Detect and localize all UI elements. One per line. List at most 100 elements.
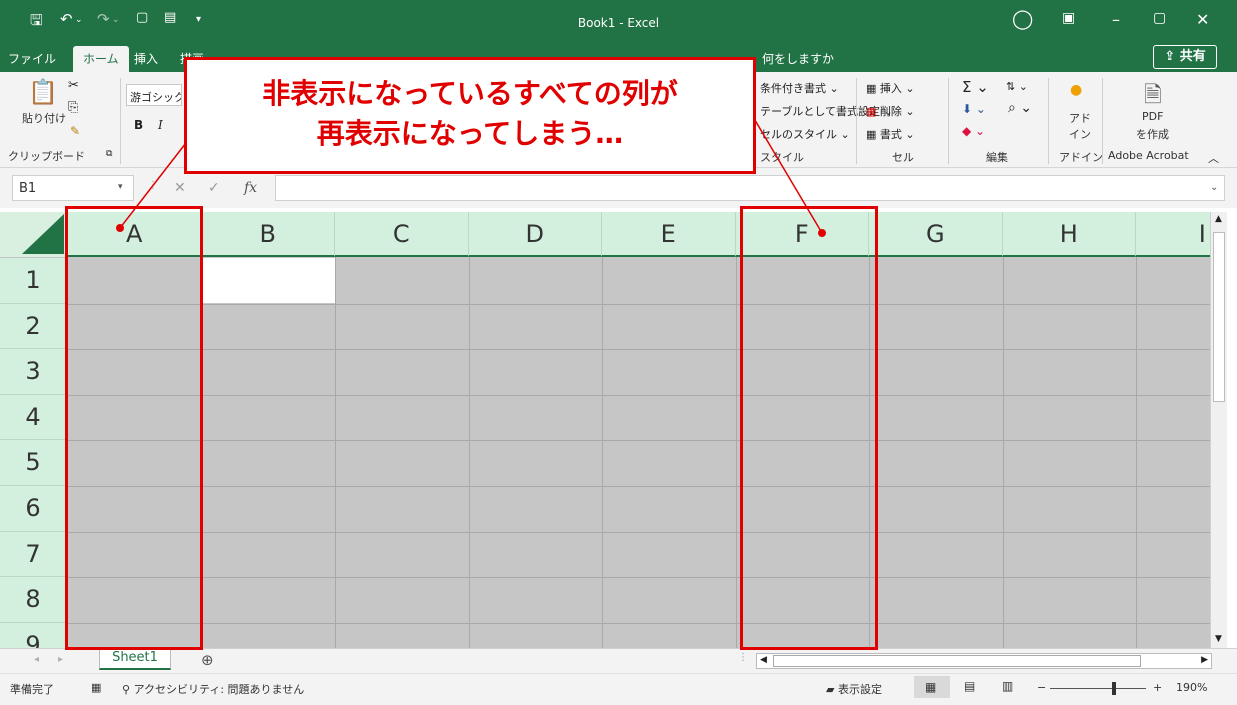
add-sheet-icon[interactable]: ⊕ xyxy=(201,651,214,669)
dialog-launcher-icon[interactable]: ⧉ xyxy=(106,149,112,159)
row-header-4[interactable]: 4 xyxy=(0,394,68,441)
select-all-button[interactable] xyxy=(0,212,68,257)
scroll-left-icon[interactable]: ◀ xyxy=(760,655,767,665)
horizontal-scroll-thumb[interactable] xyxy=(773,655,1141,667)
scroll-up-icon[interactable]: ▲ xyxy=(1215,214,1222,224)
zoom-level[interactable]: 190% xyxy=(1176,681,1207,694)
pdf-label-2[interactable]: を作成 xyxy=(1136,126,1169,142)
sheet-tab-sheet1[interactable]: Sheet1 xyxy=(99,648,171,670)
cells-group-label: セル xyxy=(892,151,914,164)
collapse-ribbon-icon[interactable]: ︿ xyxy=(1208,150,1219,166)
font-name-box[interactable]: 游ゴシック xyxy=(126,84,182,106)
row-header-9[interactable]: 9 xyxy=(0,622,68,648)
annotation-line-1: 非表示になっているすべての列が xyxy=(262,77,678,110)
column-header-d[interactable]: D xyxy=(468,212,602,257)
search-hint[interactable]: 何をしますか xyxy=(762,50,834,67)
expand-formula-icon[interactable]: ⌄ xyxy=(1210,182,1218,193)
zoom-out-icon[interactable]: − xyxy=(1037,681,1046,694)
insert-cells-button[interactable]: ▦ 挿入 ⌄ xyxy=(866,80,915,96)
share-button[interactable]: ⇪ 共有 xyxy=(1153,45,1217,69)
addins-icon[interactable]: ● xyxy=(1070,82,1082,98)
status-ready: 準備完了 xyxy=(10,683,54,696)
styles-group-label: スタイル xyxy=(760,151,804,164)
scroll-down-icon[interactable]: ▼ xyxy=(1215,634,1222,644)
normal-view-icon: ▦ xyxy=(925,680,937,694)
zoom-slider[interactable] xyxy=(1050,688,1146,689)
row-header-7[interactable]: 7 xyxy=(0,531,68,578)
maximize-icon[interactable]: ▢ xyxy=(1153,10,1166,26)
enter-icon[interactable]: ✓ xyxy=(208,180,220,196)
cell-styles-label: セルのスタイル xyxy=(760,128,837,141)
conditional-format-button[interactable]: 条件付き書式 ⌄ xyxy=(760,80,839,96)
vertical-scroll-thumb[interactable] xyxy=(1213,232,1225,402)
row-header-8[interactable]: 8 xyxy=(0,577,68,623)
minimize-icon[interactable]: – xyxy=(1112,10,1120,29)
pdf-label-1[interactable]: PDF xyxy=(1142,110,1163,123)
cell-styles-button[interactable]: セルのスタイル ⌄ xyxy=(760,126,850,142)
delete-cells-button[interactable]: ▦ 削除 ⌄ xyxy=(866,103,915,119)
ribbon-display-icon[interactable]: ▣ xyxy=(1062,10,1075,26)
column-header-i[interactable]: I xyxy=(1136,212,1210,257)
split-handle-icon[interactable]: ⋮ xyxy=(738,652,748,663)
gridline-vertical xyxy=(1002,257,1004,648)
gridline-vertical xyxy=(335,257,336,648)
column-header-e[interactable]: E xyxy=(602,212,736,257)
highlight-column-f xyxy=(740,206,878,650)
find-select-icon[interactable]: ⌕ ⌄ xyxy=(1008,100,1032,116)
annotation-callout: 非表示になっているすべての列が 再表示になってしまう… xyxy=(184,57,756,174)
formula-input[interactable] xyxy=(275,175,1225,201)
page-layout-view-icon[interactable]: ▤ xyxy=(964,679,975,693)
paste-label[interactable]: 貼り付け xyxy=(22,110,66,126)
row-header-6[interactable]: 6 xyxy=(0,486,68,532)
italic-button[interactable]: I xyxy=(158,118,163,132)
accessibility-status[interactable]: ⚲ アクセシビリティ: 問題ありません xyxy=(122,681,304,697)
copy-icon[interactable]: ⎘ xyxy=(68,100,78,115)
addins-label-1[interactable]: アド xyxy=(1069,110,1091,126)
horizontal-scrollbar[interactable]: ◀ ▶ xyxy=(756,653,1212,669)
bold-button[interactable]: B xyxy=(134,118,143,132)
zoom-slider-thumb[interactable] xyxy=(1112,682,1116,695)
paste-icon[interactable]: 📋 xyxy=(28,78,58,106)
column-header-g[interactable]: G xyxy=(869,212,1003,257)
clear-icon[interactable]: ◆ ⌄ xyxy=(962,124,985,138)
zoom-in-icon[interactable]: + xyxy=(1153,681,1162,694)
insert-function-icon[interactable]: fx xyxy=(244,180,257,196)
column-header-c[interactable]: C xyxy=(335,212,469,257)
editing-group-label: 編集 xyxy=(986,151,1008,164)
name-box[interactable]: B1 xyxy=(12,175,134,201)
account-icon[interactable]: ◯ xyxy=(1012,8,1033,30)
active-cell-b1[interactable] xyxy=(202,258,335,303)
tab-insert[interactable]: 挿入 xyxy=(134,50,158,67)
autosum-icon[interactable]: Σ ⌄ xyxy=(962,78,989,96)
format-cells-button[interactable]: ▦ 書式 ⌄ xyxy=(866,126,915,142)
close-icon[interactable]: ✕ xyxy=(1196,10,1209,29)
vertical-scrollbar[interactable]: ▲ ▼ xyxy=(1210,212,1227,648)
name-box-dropdown-icon[interactable]: ▾ xyxy=(118,182,123,192)
title-bar: 🖫 ↶ ⌄ ↷ ⌄ ▢ ▤ ▾ Book1 - Excel ◯ ▣ – ▢ ✕ xyxy=(0,0,1237,42)
tab-home[interactable]: ホーム xyxy=(73,46,129,72)
display-settings-button[interactable]: ▰ 表示設定 xyxy=(826,681,882,697)
column-header-b[interactable]: B xyxy=(201,212,335,257)
page-break-view-icon[interactable]: ▥ xyxy=(1002,679,1013,693)
tab-file[interactable]: ファイル xyxy=(8,50,56,67)
gridline-vertical xyxy=(602,257,603,648)
next-sheet-icon[interactable]: ▸ xyxy=(58,654,63,665)
column-header-h[interactable]: H xyxy=(1002,212,1136,257)
row-header-5[interactable]: 5 xyxy=(0,440,68,486)
row-header-2[interactable]: 2 xyxy=(0,303,68,350)
cancel-icon[interactable]: ✕ xyxy=(174,180,186,196)
scroll-right-icon[interactable]: ▶ xyxy=(1201,655,1208,665)
normal-view-button[interactable]: ▦ xyxy=(914,676,950,698)
macro-record-icon[interactable]: ▦ xyxy=(91,681,101,694)
cut-icon[interactable]: ✂ xyxy=(68,78,79,93)
formula-bar: B1 ▾ ⋮ ✕ ✓ fx ⌄ xyxy=(0,168,1237,208)
prev-sheet-icon[interactable]: ◂ xyxy=(34,654,39,665)
fill-icon[interactable]: ⬇ ⌄ xyxy=(962,102,986,116)
gridline-horizontal xyxy=(68,303,1210,305)
row-header-3[interactable]: 3 xyxy=(0,349,68,395)
format-painter-icon[interactable]: ✎ xyxy=(70,124,80,138)
row-header-1[interactable]: 1 xyxy=(0,258,68,304)
format-as-table-label: テーブルとして書式設定 xyxy=(760,105,881,118)
addins-label-2[interactable]: イン xyxy=(1069,126,1091,142)
sort-filter-icon[interactable]: ⇅ ⌄ xyxy=(1006,80,1028,93)
